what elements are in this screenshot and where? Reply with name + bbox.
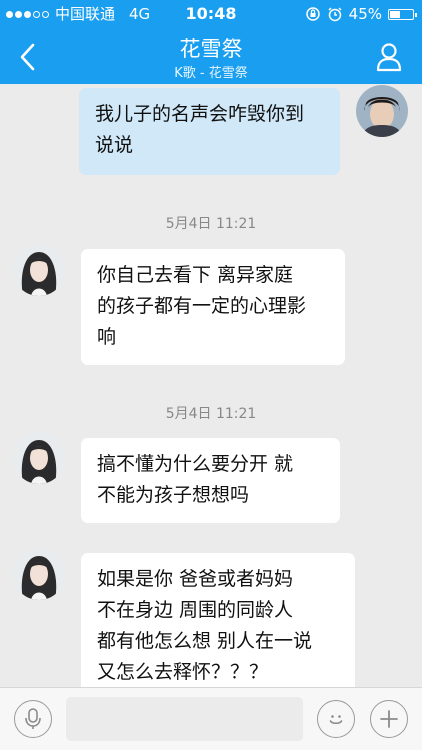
rotation-lock-icon (305, 7, 320, 21)
received-message-bubble[interactable]: 搞不懂为什么要分开 就 不能为孩子想想吗 (81, 438, 340, 523)
voice-button[interactable] (14, 700, 52, 738)
sent-message-bubble[interactable]: 我儿子的名声会咋毁你到 说说 (79, 88, 340, 175)
alarm-icon (328, 7, 342, 22)
battery-percent: 45% (348, 5, 382, 23)
battery-icon (388, 8, 417, 20)
message-line: 响 (97, 326, 117, 348)
contact-photo-icon (13, 548, 65, 600)
message-timestamp: 5月4日 11:21 (165, 216, 257, 232)
profile-button[interactable] (376, 42, 402, 72)
person-icon (376, 43, 402, 72)
message-line: 如果是你 爸爸或者妈妈 (97, 568, 294, 590)
message-line: 不能为孩子想想吗 (97, 484, 250, 506)
message-line: 搞不懂为什么要分开 就 (97, 453, 294, 475)
message-line: 又怎么去释怀？？？ (97, 661, 269, 683)
nav-header: 中国联通 4G 10:48 45% 花雪祭 K歌 - 花雪祭 (0, 0, 422, 84)
my-avatar[interactable] (356, 85, 408, 137)
page-title: 花雪祭 (179, 37, 243, 61)
plus-icon (380, 710, 398, 728)
message-line: 我儿子的名声会咋毁你到 (95, 103, 305, 125)
emoji-button[interactable] (317, 700, 355, 738)
more-button[interactable] (370, 700, 408, 738)
message-line: 都有他怎么想 别人在一说 (97, 630, 313, 652)
contact-photo-icon (13, 244, 65, 296)
message-line: 你自己去看下 离异家庭 (97, 264, 294, 286)
contact-avatar[interactable] (13, 548, 65, 600)
contact-avatar[interactable] (13, 432, 65, 484)
smiley-icon (329, 715, 343, 725)
contact-avatar[interactable] (13, 244, 65, 296)
page-subtitle: K歌 - 花雪祭 (174, 66, 248, 81)
message-timestamp: 5月4日 11:21 (165, 406, 257, 422)
microphone-icon (25, 708, 41, 729)
input-bar (0, 687, 422, 750)
message-line: 说说 (95, 134, 134, 156)
chat-area[interactable]: 我儿子的名声会咋毁你到 说说 5月4日 11:21 你自己去看下 离异家庭 的孩… (0, 84, 422, 687)
message-input[interactable] (66, 697, 303, 741)
contact-photo-icon (13, 432, 65, 484)
message-line: 不在身边 周围的同龄人 (97, 599, 294, 621)
message-line: 的孩子都有一定的心理影 (97, 295, 307, 317)
received-message-bubble[interactable]: 如果是你 爸爸或者妈妈 不在身边 周围的同龄人 都有他怎么想 别人在一说 又怎么… (81, 553, 355, 687)
received-message-bubble[interactable]: 你自己去看下 离异家庭 的孩子都有一定的心理影 响 (81, 249, 345, 365)
status-bar: 中国联通 4G 10:48 45% (0, 0, 422, 28)
user-photo-icon (356, 85, 408, 137)
